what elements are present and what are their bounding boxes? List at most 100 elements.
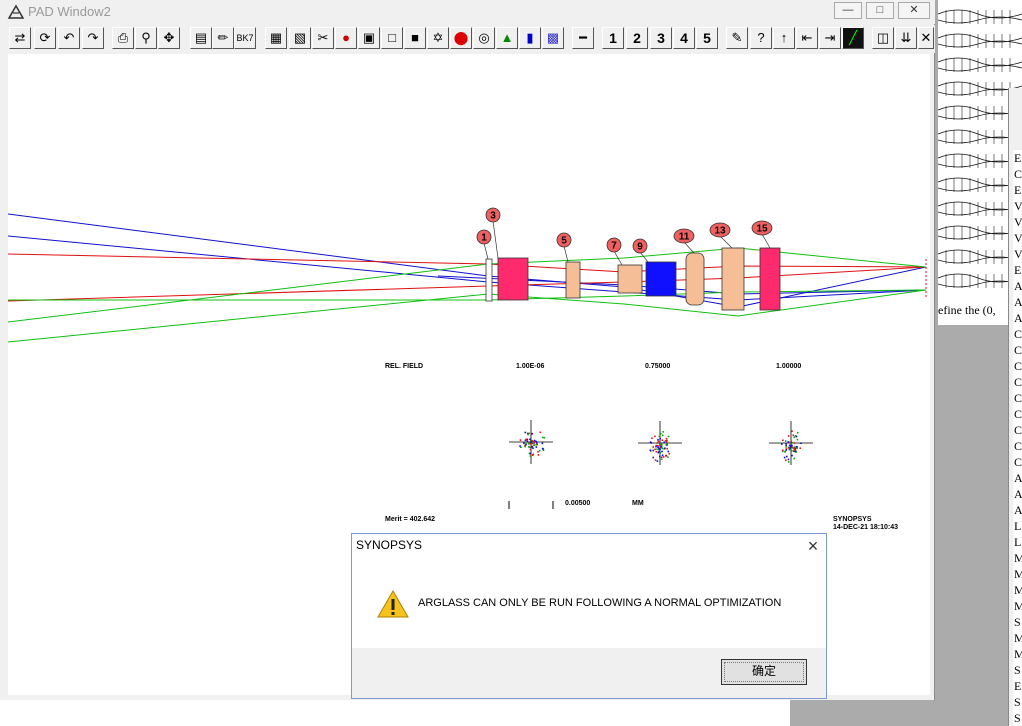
- spot-point: [793, 436, 796, 439]
- help-button[interactable]: ?: [750, 27, 772, 49]
- spot-point: [796, 447, 798, 450]
- ok-button[interactable]: 确定: [721, 659, 807, 685]
- spot-point: [529, 442, 532, 445]
- spot-point: [667, 435, 670, 438]
- spot-point: [663, 441, 665, 444]
- background-list-line: E: [1014, 151, 1022, 165]
- background-list-line: A: [1014, 295, 1022, 309]
- ray-red-1: [7, 253, 927, 273]
- maximize-icon: □: [876, 4, 884, 16]
- close-x-icon: ✕: [920, 30, 932, 45]
- page-2-button[interactable]: 2: [626, 27, 648, 49]
- spot-point: [791, 450, 793, 452]
- spot-point: [654, 459, 657, 461]
- table-button[interactable]: ▤: [190, 27, 212, 49]
- grid-button[interactable]: ▦: [265, 27, 287, 49]
- right-limit-button[interactable]: ⇥: [819, 27, 841, 49]
- spot-point: [661, 447, 664, 450]
- redo-button[interactable]: ↷: [82, 27, 104, 49]
- page-4-button[interactable]: 4: [673, 27, 695, 49]
- fit-button[interactable]: ✥: [158, 27, 180, 49]
- scissors-button[interactable]: ✂: [312, 27, 334, 49]
- plot-button[interactable]: ✏: [212, 27, 234, 49]
- settings-sliders-button[interactable]: ⇄: [9, 27, 31, 49]
- spot-point: [661, 434, 664, 437]
- grid-icon: ▦: [269, 30, 283, 45]
- page-5-button[interactable]: 5: [696, 27, 718, 49]
- maximize-button[interactable]: □: [866, 2, 894, 19]
- spot-point: [666, 447, 668, 450]
- close-x-button[interactable]: ✕: [918, 27, 934, 49]
- refresh-button[interactable]: ⟳: [34, 27, 56, 49]
- spot-point: [787, 441, 790, 443]
- down-arrows-icon: ⇊: [900, 30, 912, 45]
- chart-button[interactable]: ╱: [842, 27, 864, 49]
- spot-point: [528, 446, 531, 449]
- background-list-line: A: [1014, 279, 1022, 293]
- background-output-list: ECEVVVVEAAACCCCCCCCCAAALLMMMMSMMSESS: [1013, 150, 1022, 726]
- lens-button[interactable]: ◫: [872, 27, 894, 49]
- dialog-close-button[interactable]: ×: [804, 537, 822, 555]
- pattern-button[interactable]: ▩: [542, 27, 564, 49]
- dialog-message: ARGLASS CAN ONLY BE RUN FOLLOWING A NORM…: [418, 597, 782, 609]
- background-list-line: C: [1014, 439, 1022, 453]
- tree-button[interactable]: ▲: [496, 27, 518, 49]
- spot-point: [655, 445, 657, 448]
- pen-button[interactable]: ✎: [726, 27, 748, 49]
- field-value-3: 1.00000: [776, 363, 802, 370]
- bars-button[interactable]: ▮: [519, 27, 541, 49]
- background-list-line: V: [1014, 247, 1022, 261]
- surface-label-13: 13: [714, 226, 726, 237]
- lens-element-3: [497, 257, 529, 301]
- lens-element-5: [565, 261, 581, 299]
- spot-point: [782, 439, 784, 442]
- left-limit-button[interactable]: ⇤: [796, 27, 818, 49]
- spot-point: [525, 442, 527, 445]
- spot-point: [529, 452, 532, 455]
- spot-point: [538, 449, 541, 452]
- spot-point: [659, 437, 662, 440]
- camera-button[interactable]: ▣: [358, 27, 380, 49]
- spot-point: [519, 445, 521, 447]
- spot-point: [795, 435, 798, 438]
- spot-point: [667, 450, 670, 453]
- down-arrows-button[interactable]: ⇊: [895, 27, 917, 49]
- expand-button[interactable]: ✡: [427, 27, 449, 49]
- print-button[interactable]: ⎙: [112, 27, 134, 49]
- glass-catalog-button[interactable]: BK7: [234, 27, 256, 49]
- spot-point: [657, 444, 659, 447]
- lens-element-7: [617, 264, 643, 294]
- refresh-icon: ⟳: [39, 30, 51, 45]
- grid2-button[interactable]: ▧: [289, 27, 311, 49]
- spot-point: [529, 448, 532, 451]
- ruler-button[interactable]: ━: [572, 27, 594, 49]
- spot-point: [660, 445, 662, 448]
- background-list-line: S: [1014, 663, 1021, 677]
- background-list-line: E: [1014, 263, 1022, 277]
- spot-point: [788, 448, 791, 451]
- circle-button[interactable]: ◎: [473, 27, 495, 49]
- up-arrow-button[interactable]: ↑: [773, 27, 795, 49]
- thumbnail-lens: [938, 57, 1022, 72]
- colors-button[interactable]: ●: [335, 27, 357, 49]
- spot-point: [524, 431, 527, 434]
- background-list-line: C: [1014, 375, 1022, 389]
- spot-point: [656, 448, 658, 450]
- minimize-button[interactable]: —: [834, 2, 862, 19]
- white-square-button[interactable]: □: [381, 27, 403, 49]
- undo-button[interactable]: ↶: [58, 27, 80, 49]
- spot-point: [537, 454, 540, 456]
- right-limit-icon: ⇥: [824, 30, 836, 45]
- bk7-label: BK7: [236, 33, 254, 43]
- page-1-button[interactable]: 1: [602, 27, 624, 49]
- zoom-button[interactable]: ⚲: [135, 27, 157, 49]
- spot-point: [660, 456, 663, 459]
- page-3-button[interactable]: 3: [650, 27, 672, 49]
- red-dot-button[interactable]: ⬤: [450, 27, 472, 49]
- close-button[interactable]: ✕: [898, 2, 930, 19]
- title-bar[interactable]: PAD Window2 — □ ✕: [0, 0, 935, 24]
- spot-point: [661, 450, 663, 453]
- spot-point: [651, 437, 653, 440]
- black-square-button[interactable]: ■: [404, 27, 426, 49]
- spot-point: [526, 440, 529, 443]
